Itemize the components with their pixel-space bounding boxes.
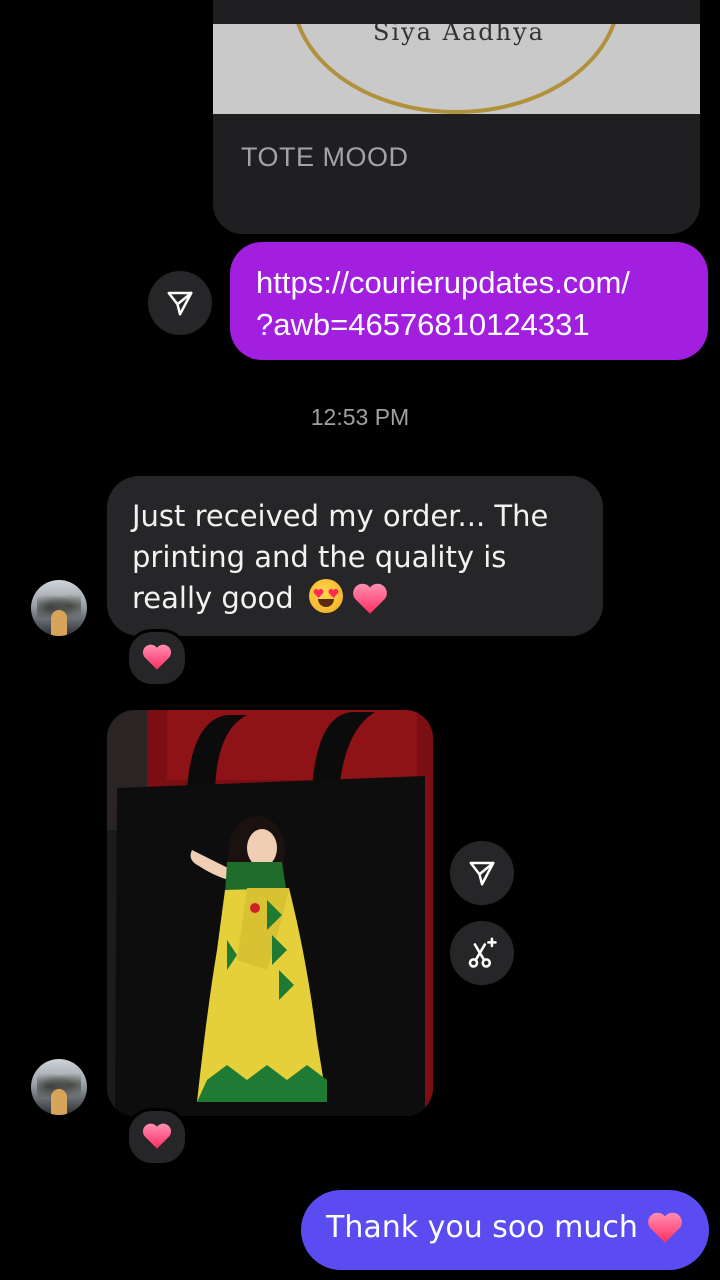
pink-heart-emoji — [142, 1122, 172, 1153]
shared-card-title: TOTE MOOD — [241, 142, 409, 172]
image-message[interactable] — [107, 710, 433, 1116]
shared-card-preview-script: Siya Aadhya — [373, 24, 545, 46]
pink-heart-emoji — [352, 582, 388, 625]
ai-restyle-button[interactable] — [450, 921, 514, 985]
message-timestamp: 12:53 PM — [310, 404, 410, 430]
share-button-link[interactable] — [148, 271, 212, 335]
outgoing-link-bubble[interactable]: https://courierupdates.com/ ?awb=4657681… — [230, 242, 708, 360]
share-icon — [467, 858, 497, 888]
ai-restyle-icon — [465, 936, 499, 970]
link-text-line-2[interactable]: ?awb=46576810124331 — [256, 304, 708, 346]
pink-heart-emoji — [647, 1211, 683, 1255]
image-reaction-chip[interactable] — [126, 1108, 188, 1166]
avatar[interactable] — [31, 1059, 87, 1115]
heart-eyes-emoji — [308, 579, 343, 613]
link-text-line-1[interactable]: https://courierupdates.com/ — [256, 262, 708, 304]
tote-bag-photo — [107, 710, 433, 1116]
incoming-message-bubble[interactable]: Just received my order... The printing a… — [107, 476, 603, 636]
share-button-image[interactable] — [450, 841, 514, 905]
shared-card-preview-image: Siya Aadhya — [213, 24, 700, 114]
share-icon — [165, 288, 195, 318]
shared-product-card[interactable]: Siya Aadhya TOTE MOOD — [213, 0, 700, 234]
chat-screen: Siya Aadhya TOTE MOOD https://courierupd… — [0, 0, 720, 1280]
pink-heart-emoji — [142, 643, 172, 674]
message-reaction-chip[interactable] — [126, 629, 188, 687]
outgoing-thanks-bubble[interactable]: Thank you soo much — [301, 1190, 709, 1270]
thanks-message-text: Thank you soo much — [326, 1210, 638, 1245]
avatar[interactable] — [31, 580, 87, 636]
